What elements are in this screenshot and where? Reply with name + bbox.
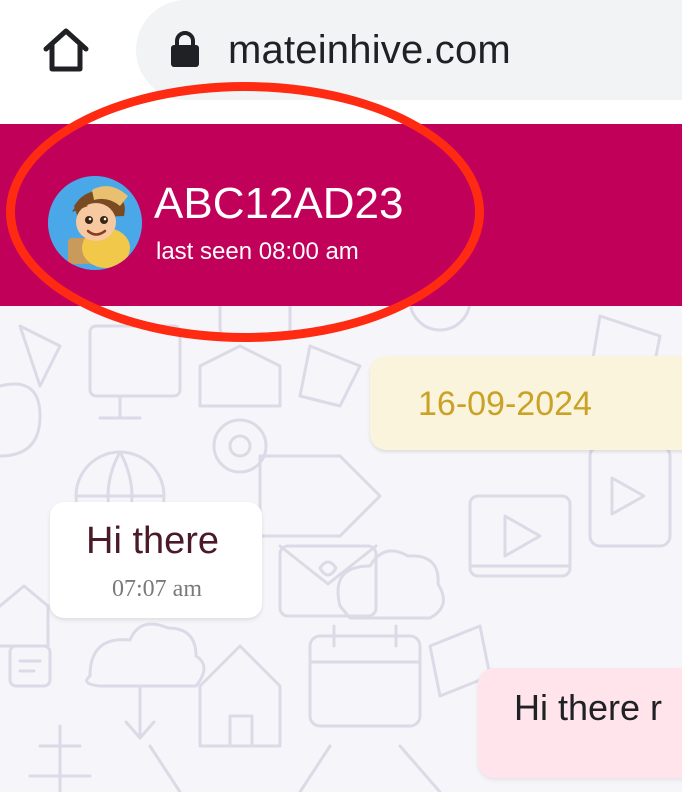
date-separator-chip: 16-09-2024 <box>370 356 682 450</box>
date-separator-text: 16-09-2024 <box>418 385 592 423</box>
address-bar[interactable]: mateinhive.com <box>136 0 682 100</box>
cartoon-boy-avatar-icon <box>48 176 142 270</box>
lock-icon <box>171 31 199 67</box>
home-icon <box>43 28 89 72</box>
outgoing-message-bubble[interactable]: Hi there r <box>478 668 682 778</box>
contact-avatar[interactable] <box>48 176 142 270</box>
incoming-message-bubble[interactable]: Hi there 07:07 am <box>50 502 262 618</box>
chat-header[interactable]: ABC12AD23 last seen 08:00 am <box>0 124 682 306</box>
message-text: Hi there <box>86 520 220 562</box>
chat-messages-area[interactable]: 16-09-2024 Hi there 07:07 am Hi there r <box>0 306 682 792</box>
url-text: mateinhive.com <box>228 28 511 72</box>
chat-screen: mateinhive.com ABC12AD23 last seen 08:00… <box>0 0 682 792</box>
message-timestamp: 07:07 am <box>112 576 202 602</box>
home-button[interactable] <box>38 24 94 76</box>
contact-name[interactable]: ABC12AD23 <box>154 178 403 230</box>
message-text: Hi there r <box>514 687 663 728</box>
last-seen-status: last seen 08:00 am <box>156 238 359 265</box>
browser-toolbar: mateinhive.com <box>0 0 682 124</box>
